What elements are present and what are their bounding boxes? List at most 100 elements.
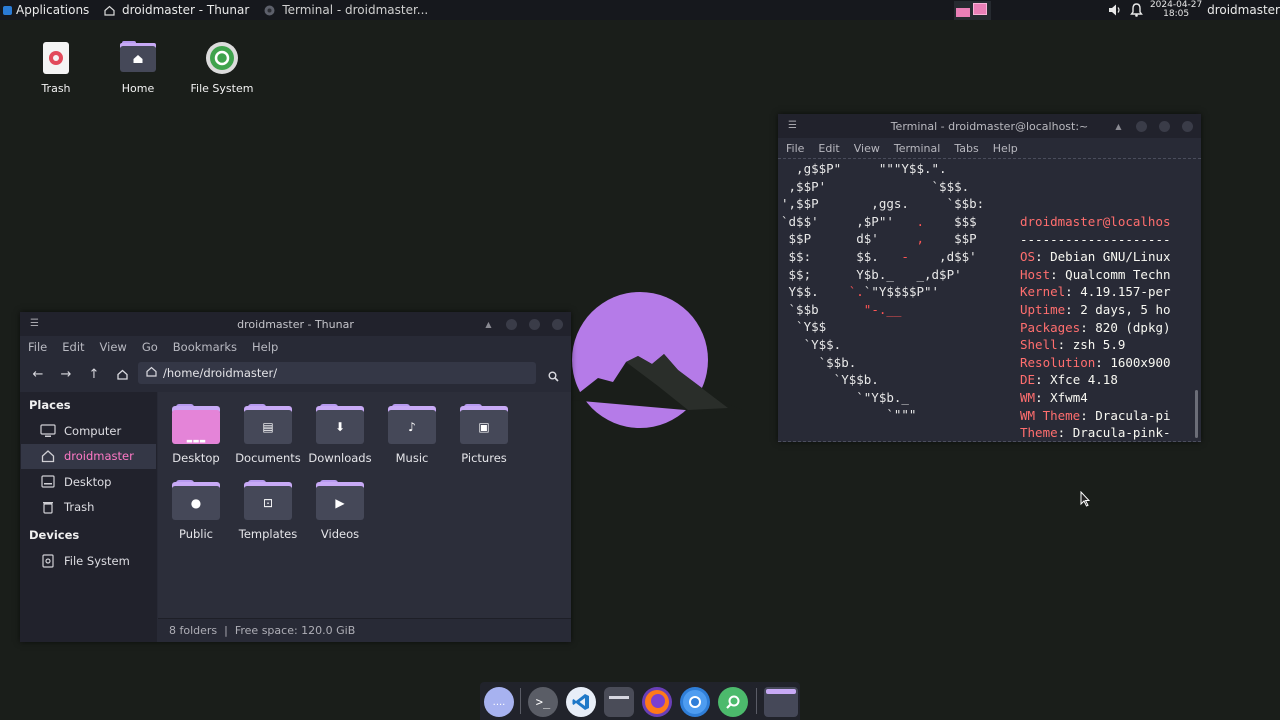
shade-icon[interactable]: ▲ <box>1113 121 1124 132</box>
folder-music[interactable]: ♪ Music <box>376 404 448 465</box>
documents-folder-icon: ▤ <box>244 404 292 444</box>
menu-file[interactable]: File <box>786 142 804 155</box>
menu-view[interactable]: View <box>854 142 880 155</box>
info-key: DE <box>1020 372 1036 388</box>
info-key: WM Theme <box>1020 407 1081 423</box>
thunar-sidebar: Places Computer droidmaster Desktop Tras… <box>20 392 157 642</box>
files-icon[interactable] <box>604 687 634 717</box>
menu-edit[interactable]: Edit <box>818 142 839 155</box>
menu-help[interactable]: Help <box>252 340 278 354</box>
maximize-button[interactable] <box>529 319 540 330</box>
terminal-output[interactable]: ,g$$P" """Y$$.". ,$$P' `$$$. ',$$P ,ggs.… <box>778 158 1201 442</box>
clock-time: 18:05 <box>1163 9 1190 19</box>
terminal-titlebar[interactable]: ☰ Terminal - droidmaster@localhost:~ ▲ <box>778 114 1201 138</box>
search-icon[interactable] <box>548 367 559 386</box>
dock: .... >_ <box>480 682 800 720</box>
up-arrow-icon[interactable]: ↑ <box>80 360 108 388</box>
taskbar-thunar[interactable]: droidmaster - Thunar <box>93 0 253 20</box>
folder-label: Desktop <box>172 451 220 465</box>
maximize-button[interactable] <box>1159 121 1170 132</box>
sidebar-item-desktop[interactable]: Desktop <box>20 469 156 495</box>
folder-downloads[interactable]: ⬇ Downloads <box>304 404 376 465</box>
places-heading: Places <box>29 398 71 412</box>
info-value: Dracula-pink- <box>1072 425 1171 441</box>
vscode-icon[interactable] <box>566 687 596 717</box>
workspace-1[interactable] <box>956 8 970 17</box>
menu-edit[interactable]: Edit <box>62 340 84 354</box>
sidebar-item-trash[interactable]: Trash <box>20 495 156 521</box>
close-button[interactable] <box>552 319 563 330</box>
taskbar-thunar-label: droidmaster - Thunar <box>122 3 250 17</box>
info-value: 1600x900 <box>1110 354 1171 370</box>
home-button[interactable] <box>108 360 136 388</box>
menu-file[interactable]: File <box>28 340 47 354</box>
desktop-icon-filesystem[interactable]: File System <box>182 40 262 95</box>
workspace-2[interactable] <box>973 3 987 15</box>
folder-pictures[interactable]: ▣ Pictures <box>448 404 520 465</box>
drive-icon <box>204 40 240 76</box>
search-app-icon[interactable] <box>718 687 748 717</box>
public-folder-icon: ● <box>172 480 220 520</box>
folder-public[interactable]: ● Public <box>160 480 232 541</box>
workspace-switcher[interactable] <box>954 1 991 20</box>
close-button[interactable] <box>1182 121 1193 132</box>
folder-templates[interactable]: ⊡ Templates <box>232 480 304 541</box>
sidebar-item-label: droidmaster <box>64 449 134 464</box>
pictures-folder-icon: ▣ <box>460 404 508 444</box>
folder-label: Pictures <box>461 451 507 465</box>
info-separator: -------------------- <box>1020 231 1171 247</box>
terminal-window[interactable]: ☰ Terminal - droidmaster@localhost:~ ▲ F… <box>778 114 1201 442</box>
sidebar-item-label: Desktop <box>64 474 112 489</box>
applications-menu[interactable]: Applications <box>0 0 93 20</box>
downloads-folder-icon: ⬇ <box>316 404 364 444</box>
sidebar-item-droidmaster[interactable]: droidmaster <box>21 443 156 469</box>
folder-label: Videos <box>320 527 360 541</box>
info-value: 820 (dpkg) <box>1095 319 1171 335</box>
folder-desktop[interactable]: ▬▬▬ Desktop <box>160 404 232 465</box>
firefox-icon[interactable] <box>642 687 672 717</box>
minimize-button[interactable] <box>1136 121 1147 132</box>
location-bar[interactable]: /home/droidmaster/ <box>138 362 536 384</box>
app-grid-icon[interactable]: .... <box>484 687 514 717</box>
shade-icon[interactable]: ▲ <box>483 319 494 330</box>
clock[interactable]: 2024-04-27 18:05 <box>1149 1 1203 19</box>
menu-tabs[interactable]: Tabs <box>954 142 978 155</box>
thunar-window[interactable]: ☰ droidmaster - Thunar ▲ File Edit View … <box>20 312 571 642</box>
taskbar-terminal[interactable]: Terminal - droidmaster... <box>253 0 461 20</box>
sidebar-item-filesystem[interactable]: File System <box>20 548 156 574</box>
terminal-menubar: File Edit View Terminal Tabs Help <box>778 138 1201 158</box>
info-key: Uptime <box>1020 301 1066 317</box>
menu-help[interactable]: Help <box>993 142 1018 155</box>
menu-bookmarks[interactable]: Bookmarks <box>173 340 237 354</box>
status-bar: 8 folders | Free space: 120.0 GiB <box>158 618 571 642</box>
terminal-scrollbar[interactable] <box>1195 390 1198 438</box>
sidebar-item-computer[interactable]: Computer <box>20 418 156 444</box>
folder-videos[interactable]: ▶ Videos <box>304 480 376 541</box>
volume-icon[interactable] <box>1108 3 1122 17</box>
info-value: Dracula-pi <box>1095 407 1171 423</box>
folder-documents[interactable]: ▤ Documents <box>232 404 304 465</box>
dock-separator <box>756 688 757 714</box>
folder-label: Public <box>178 527 214 541</box>
file-manager-icon[interactable] <box>764 687 798 717</box>
desktop-icon-label: File System <box>190 82 254 95</box>
file-view[interactable]: ▬▬▬ Desktop ▤ Documents ⬇ Downloads ♪ Mu… <box>158 392 571 618</box>
forward-arrow-icon[interactable]: → <box>52 360 80 388</box>
info-key: Packages <box>1020 319 1081 335</box>
minimize-button[interactable] <box>506 319 517 330</box>
desktop-icon-home[interactable]: Home <box>98 40 178 95</box>
trash-icon <box>40 499 56 515</box>
notifications-icon[interactable] <box>1130 3 1143 17</box>
terminal-icon[interactable]: >_ <box>528 687 558 717</box>
thunar-titlebar[interactable]: ☰ droidmaster - Thunar ▲ <box>20 312 571 336</box>
info-key: Theme <box>1020 425 1058 441</box>
back-arrow-icon[interactable]: ← <box>24 360 52 388</box>
chromium-icon[interactable] <box>680 687 710 717</box>
desktop-icon-trash[interactable]: Trash <box>16 40 96 95</box>
menu-terminal[interactable]: Terminal <box>894 142 941 155</box>
info-key: Resolution <box>1020 354 1096 370</box>
desktop-icon <box>40 474 56 490</box>
menu-go[interactable]: Go <box>142 340 158 354</box>
user-menu[interactable]: droidmaster <box>1203 0 1280 20</box>
menu-view[interactable]: View <box>100 340 127 354</box>
